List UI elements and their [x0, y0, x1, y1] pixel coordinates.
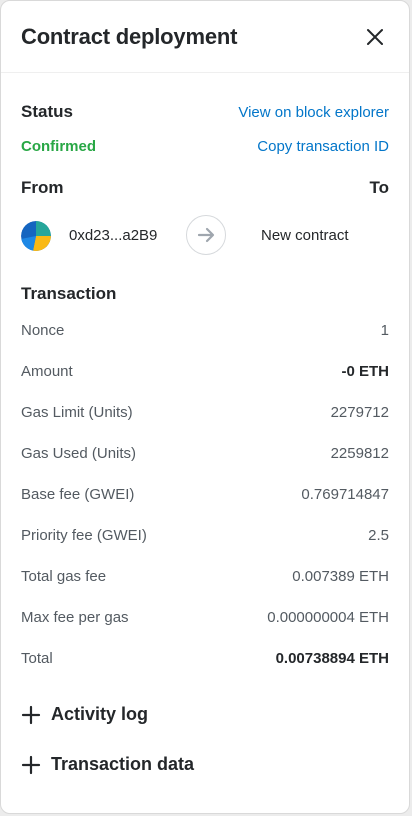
tx-row: Max fee per gas 0.000000004 ETH	[21, 609, 389, 626]
tx-row-label: Priority fee (GWEI)	[21, 527, 147, 544]
status-value-row: Confirmed Copy transaction ID	[21, 138, 389, 155]
transaction-heading: Transaction	[21, 284, 117, 303]
from-to-row: 0xd23...a2B9 New contract	[21, 215, 389, 255]
tx-row-label: Nonce	[21, 322, 65, 339]
avatar	[21, 221, 51, 251]
direction-indicator	[186, 215, 226, 255]
from-label: From	[21, 178, 64, 197]
tx-row-label: Amount	[21, 363, 73, 380]
status-row: Status View on block explorer	[21, 102, 389, 122]
copy-transaction-id-link[interactable]: Copy transaction ID	[257, 138, 389, 155]
to-name: New contract	[261, 227, 349, 244]
transaction-heading-row: Transaction	[21, 284, 389, 304]
tx-row-value: 0.00738894 ETH	[275, 650, 389, 667]
tx-row: Priority fee (GWEI) 2.5	[21, 527, 389, 544]
transaction-details-panel: Contract deployment Status View on block…	[0, 0, 410, 814]
tx-row: Total 0.00738894 ETH	[21, 650, 389, 667]
status-badge: Confirmed	[21, 138, 96, 155]
tx-row-value: 0.769714847	[301, 486, 389, 503]
from-address[interactable]: 0xd23...a2B9	[69, 227, 157, 244]
plus-icon	[21, 705, 41, 725]
activity-log-label: Activity log	[51, 704, 149, 724]
status-label: Status	[21, 102, 73, 121]
tx-row-label: Total	[21, 650, 53, 667]
tx-row: Gas Limit (Units) 2279712	[21, 404, 389, 421]
arrow-right-icon	[197, 227, 215, 243]
tx-row-label: Gas Limit (Units)	[21, 404, 133, 421]
view-on-explorer-link[interactable]: View on block explorer	[238, 104, 389, 121]
tx-row-value: 2.5	[368, 527, 389, 544]
tx-row-label: Total gas fee	[21, 568, 107, 585]
tx-row-value: -0 ETH	[341, 363, 389, 380]
account-identicon-icon	[21, 221, 51, 251]
tx-row: Gas Used (Units) 2259812	[21, 445, 389, 462]
close-icon	[367, 29, 383, 45]
activity-log-toggle[interactable]: Activity log	[21, 704, 148, 725]
tx-row-label: Gas Used (Units)	[21, 445, 137, 462]
tx-row-value: 2259812	[330, 445, 389, 462]
tx-row-value: 0.007389 ETH	[292, 568, 389, 585]
close-button[interactable]	[365, 27, 385, 47]
panel-header: Contract deployment	[1, 1, 409, 73]
from-to-labels: From To	[21, 178, 389, 198]
tx-row-value: 1	[380, 322, 389, 339]
tx-row: Base fee (GWEI) 0.769714847	[21, 486, 389, 503]
tx-row-label: Base fee (GWEI)	[21, 486, 135, 503]
plus-icon	[21, 755, 41, 775]
page-title: Contract deployment	[21, 24, 238, 49]
to-label: To	[369, 178, 389, 197]
tx-row: Amount -0 ETH	[21, 363, 389, 380]
transaction-data-toggle[interactable]: Transaction data	[21, 754, 194, 775]
transaction-data-label: Transaction data	[51, 754, 195, 774]
tx-row-value: 0.000000004 ETH	[267, 609, 389, 626]
tx-row-value: 2279712	[330, 404, 389, 421]
tx-row-label: Max fee per gas	[21, 609, 129, 626]
tx-row: Nonce 1	[21, 322, 389, 339]
tx-row: Total gas fee 0.007389 ETH	[21, 568, 389, 585]
